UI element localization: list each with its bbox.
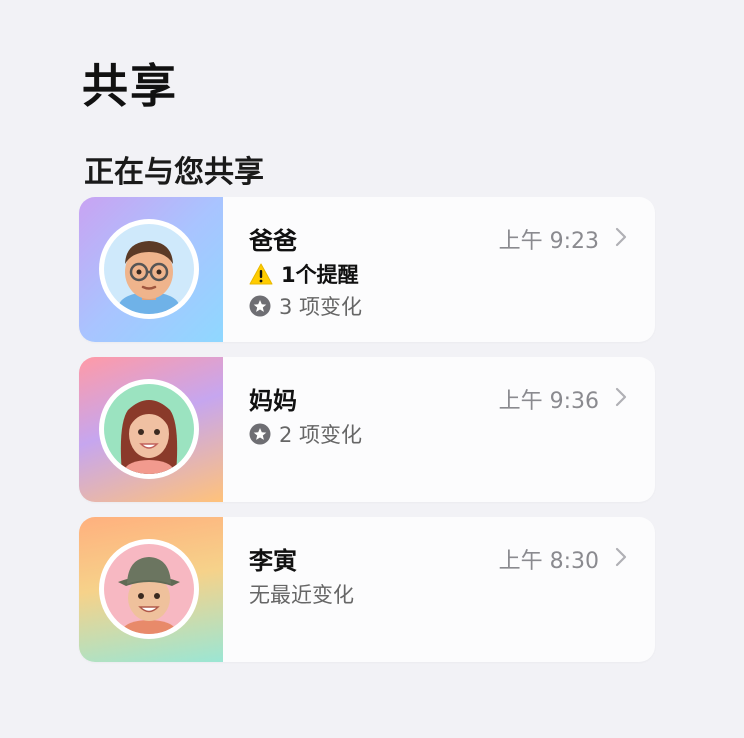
last-updated-time: 上午 9:23 <box>498 229 599 254</box>
chevron-right-icon <box>615 227 627 247</box>
person-name: 爸爸 <box>249 227 297 255</box>
changes-row: 无最近变化 <box>249 579 354 609</box>
changes-count: 3 项变化 <box>279 295 363 319</box>
last-updated-time: 上午 8:30 <box>498 549 599 574</box>
alert-row: 1个提醒 <box>249 259 359 289</box>
changes-status: 无最近变化 <box>249 583 354 607</box>
star-badge-icon <box>249 295 271 317</box>
person-name: 李寅 <box>249 547 297 575</box>
person-card-li-yin[interactable]: 李寅 上午 8:30 无最近变化 <box>79 517 655 662</box>
memoji-bucket-hat-icon <box>104 544 194 634</box>
avatar <box>99 219 199 319</box>
changes-row: 2 项变化 <box>249 419 362 449</box>
person-name: 妈妈 <box>249 387 297 415</box>
star-badge-icon <box>249 423 271 445</box>
avatar <box>99 379 199 479</box>
person-card-dad[interactable]: 爸爸 上午 9:23 1个提醒 3 项变化 <box>79 197 655 342</box>
changes-row: 3 项变化 <box>249 291 362 321</box>
memoji-mom-icon <box>104 384 194 474</box>
page-title: 共享 <box>82 59 178 113</box>
warning-icon <box>249 263 273 285</box>
person-card-mom[interactable]: 妈妈 上午 9:36 2 项变化 <box>79 357 655 502</box>
memoji-dad-icon <box>104 224 194 314</box>
avatar <box>99 539 199 639</box>
changes-count: 2 项变化 <box>279 423 363 447</box>
chevron-right-icon <box>615 387 627 407</box>
last-updated-time: 上午 9:36 <box>498 389 599 414</box>
chevron-right-icon <box>615 547 627 567</box>
alert-count: 1个提醒 <box>281 263 359 287</box>
section-title: 正在与您共享 <box>84 155 264 190</box>
